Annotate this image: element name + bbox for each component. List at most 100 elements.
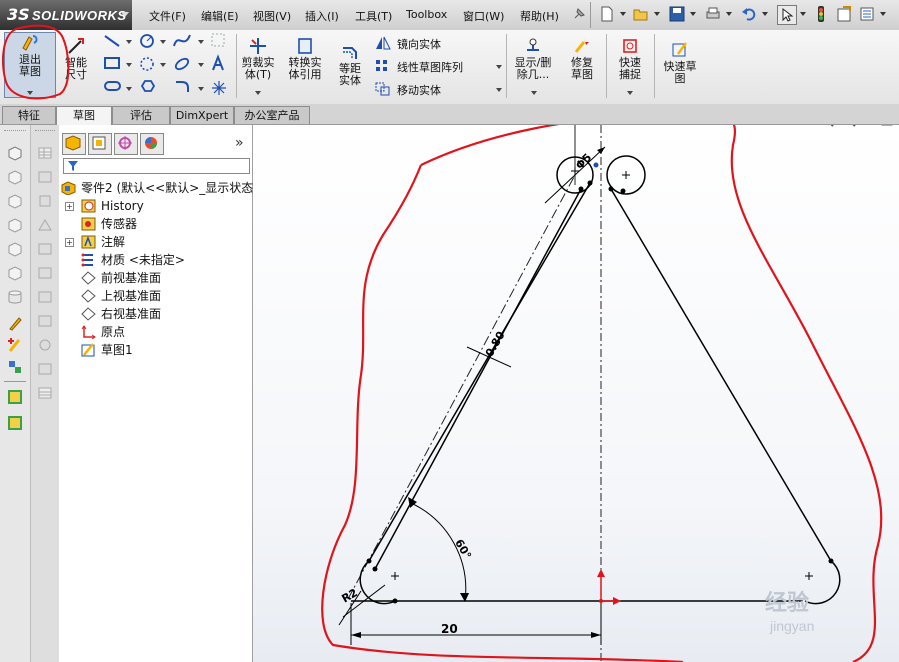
options-icon[interactable] (858, 5, 876, 23)
circle-dropdown-icon[interactable] (160, 40, 166, 44)
relations-dropdown-icon[interactable] (531, 91, 537, 95)
configuration-manager-tab[interactable] (114, 133, 138, 155)
fillet-tool-icon[interactable] (176, 81, 189, 92)
select-cursor-icon[interactable] (777, 5, 797, 25)
options-dropdown-icon[interactable] (880, 12, 886, 16)
menu-insert[interactable]: 插入(I) (305, 8, 339, 24)
tab-office-products[interactable]: 办公室产品 (234, 106, 310, 124)
move-dropdown-icon[interactable] (496, 88, 502, 92)
spline-dropdown-icon[interactable] (198, 40, 204, 44)
display-manager-tab[interactable] (140, 133, 164, 155)
trim-entities-button[interactable]: 剪裁实体(T) (238, 36, 278, 81)
convert-entities-button[interactable]: 转换实体引用 (284, 36, 326, 81)
grey-feature-icon-3[interactable] (37, 217, 53, 233)
cube-view-icon-3[interactable] (7, 193, 23, 209)
open-folder-icon[interactable] (632, 5, 650, 23)
cube-view-icon-4[interactable] (7, 217, 23, 233)
arc-dropdown-icon[interactable] (160, 63, 166, 67)
line-dropdown-icon[interactable] (126, 40, 132, 44)
print-dropdown-icon[interactable] (726, 12, 732, 16)
cylinder-view-icon[interactable] (7, 289, 23, 305)
diameter-dimension-text[interactable]: Φ5 (573, 151, 594, 172)
tab-features[interactable]: 特征 (2, 106, 56, 124)
quick-snaps-dropdown-icon[interactable] (627, 91, 633, 95)
point-tool-icon[interactable] (212, 81, 226, 95)
feature-manager-tab[interactable] (62, 133, 86, 155)
move-entities-label[interactable]: 移动实体 (397, 82, 441, 98)
cube-view-icon-1[interactable] (7, 145, 23, 161)
rectangle-dropdown-icon[interactable] (126, 63, 132, 67)
layer-yellow-icon-1[interactable] (7, 389, 23, 405)
save-icon[interactable] (668, 5, 686, 23)
cube-view-icon-5[interactable] (7, 241, 23, 257)
cube-view-icon-2[interactable] (7, 169, 23, 185)
sketch-canvas[interactable]: Φ5 0.80 60° R2 20 (253, 125, 899, 662)
menu-file[interactable]: 文件(F) (149, 8, 186, 24)
menu-edit[interactable]: 编辑(E) (201, 8, 239, 24)
selected-point[interactable] (593, 162, 599, 168)
collapse-panel-button[interactable]: » (235, 135, 244, 151)
pin-icon[interactable] (570, 5, 588, 23)
grey-feature-icon-1[interactable] (37, 169, 53, 185)
radius-dimension-text[interactable]: R2 (339, 586, 359, 605)
tab-sketch[interactable]: 草图 (56, 106, 112, 125)
circle-tool-icon[interactable] (140, 34, 154, 48)
grey-table-icon[interactable] (37, 385, 53, 401)
left-slant-line[interactable] (368, 182, 591, 562)
right-slant-line[interactable] (610, 188, 832, 562)
sketch-pencil-icon[interactable] (7, 315, 23, 331)
ellipse-dropdown-icon[interactable] (198, 63, 204, 67)
tab-evaluate[interactable]: 评估 (112, 106, 170, 124)
grid-tool-icon[interactable] (211, 33, 225, 47)
file-properties-icon[interactable] (835, 5, 853, 23)
grey-feature-icon-5[interactable] (37, 265, 53, 281)
sketch-origin[interactable] (597, 569, 621, 605)
cube-view-icon-6[interactable] (7, 265, 23, 281)
menu-view[interactable]: 视图(V) (253, 8, 291, 24)
undo-icon[interactable] (740, 5, 758, 23)
table-icon[interactable] (37, 145, 53, 161)
layer-yellow-icon-2[interactable] (7, 415, 23, 431)
property-manager-tab[interactable] (88, 133, 112, 155)
tree-filter-input[interactable] (63, 158, 250, 174)
grey-feature-icon-7[interactable] (37, 313, 53, 329)
open-dropdown-icon[interactable] (654, 12, 660, 16)
move-entities-icon[interactable] (374, 81, 392, 97)
rapid-sketch-button[interactable]: 快速草图 (658, 40, 702, 85)
grey-feature-icon-8[interactable] (37, 337, 53, 353)
slot-arc-tool-icon[interactable] (140, 57, 154, 71)
relations-green-icon[interactable] (7, 359, 23, 375)
menu-window[interactable]: 窗口(W) (463, 8, 504, 24)
new-dropdown-icon[interactable] (620, 12, 626, 16)
offset-dimension-text[interactable]: 0.80 (483, 329, 508, 359)
line-tool-icon[interactable] (104, 35, 120, 47)
graphics-area[interactable]: Φ5 0.80 60° R2 20 (253, 125, 899, 662)
rectangle-tool-icon[interactable] (104, 57, 120, 69)
expand-annotations-icon[interactable]: + (65, 238, 74, 247)
new-document-icon[interactable] (598, 5, 616, 23)
right-fillet-arc[interactable] (804, 560, 841, 605)
spline-tool-icon[interactable] (173, 34, 191, 47)
select-dropdown-icon[interactable] (800, 12, 806, 16)
mirror-entities-icon[interactable] (374, 35, 392, 51)
display-delete-relations-button[interactable]: 显示/删除几... (510, 36, 556, 81)
grey-feature-icon-2[interactable] (37, 193, 53, 209)
grey-feature-icon-9[interactable] (37, 361, 53, 377)
fillet-dropdown-icon[interactable] (198, 87, 204, 91)
offset-entities-button[interactable]: 等距实体 (330, 42, 370, 87)
expand-history-icon[interactable]: + (65, 202, 74, 211)
trim-dropdown-icon[interactable] (255, 91, 261, 95)
linear-pattern-label[interactable]: 线性草图阵列 (397, 59, 463, 75)
angle-dimension-text[interactable]: 60° (452, 537, 474, 562)
undo-dropdown-icon[interactable] (762, 12, 768, 16)
left-slant-line-inner[interactable] (374, 188, 582, 570)
text-tool-icon[interactable] (212, 54, 224, 71)
rebuild-traffic-light-icon[interactable] (812, 5, 830, 23)
add-relation-icon[interactable] (7, 337, 23, 353)
linear-pattern-dropdown-icon[interactable] (496, 65, 502, 69)
slot-dropdown-icon[interactable] (126, 87, 132, 91)
print-icon[interactable] (704, 5, 722, 23)
grey-feature-icon-6[interactable] (37, 289, 53, 305)
save-dropdown-icon[interactable] (690, 12, 696, 16)
tab-dimxpert[interactable]: DimXpert (170, 106, 234, 124)
